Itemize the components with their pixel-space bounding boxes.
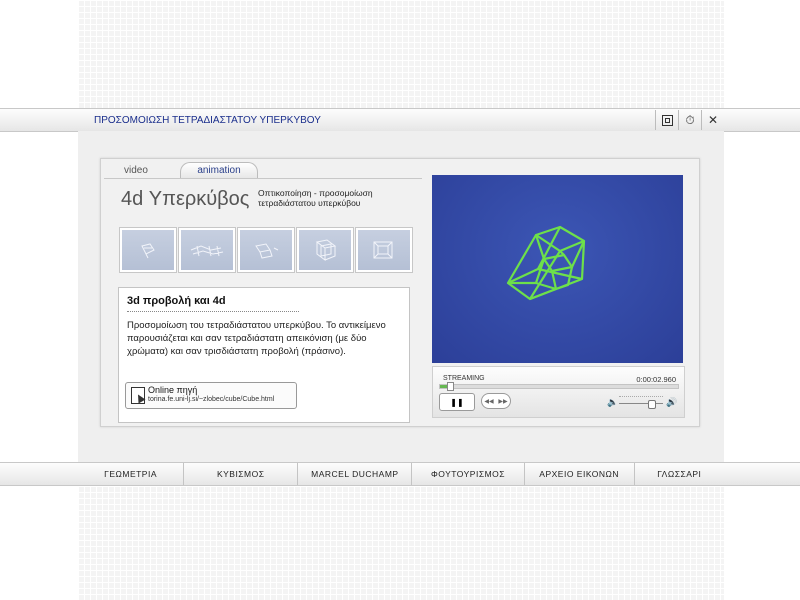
thumbnail-4[interactable]	[296, 227, 354, 273]
forward-icon[interactable]: ▶▶	[498, 398, 507, 405]
hypercube-sketch-icon	[255, 243, 279, 259]
media-player: STREAMING 0:00:02.960 ❚❚ ◀◀ ▶▶ 🔈 🔊	[432, 366, 685, 418]
tab-video[interactable]: video	[110, 163, 190, 179]
rewind-icon[interactable]: ◀◀	[484, 398, 493, 405]
window-title: ΠΡΟΣΟΜΟΙΩΣΗ ΤΕΤΡΑΔΙΑΣΤΑΤΟΥ ΥΠΕΡΚΥΒΟΥ	[94, 114, 321, 126]
thumbnail-strip	[119, 227, 413, 273]
stream-status: STREAMING	[443, 375, 485, 382]
thumbnail-5[interactable]	[355, 227, 413, 273]
nav-item-marcel-duchamp[interactable]: MARCEL DUCHAMP	[298, 463, 413, 485]
nav-item-cubism[interactable]: ΚΥΒΙΣΜΟΣ	[184, 463, 299, 485]
tab-divider	[104, 178, 422, 179]
external-link-icon	[131, 387, 145, 404]
timer-button[interactable]: ⏱	[678, 110, 701, 130]
hypercube-sketch-icon	[190, 245, 224, 257]
description-title: 3d προβολή και 4d	[127, 295, 226, 307]
volume-scale	[619, 396, 663, 399]
nav-item-futurism[interactable]: ΦΟΥΤΟΥΡΙΣΜΟΣ	[412, 463, 525, 485]
hypercube-sketch-icon	[373, 241, 393, 259]
bottom-navigation: ΓΕΩΜΕΤΡΙΑ ΚΥΒΙΣΜΟΣ MARCEL DUCHAMP ΦΟΥΤΟΥ…	[78, 463, 724, 485]
progress-bar[interactable]	[439, 382, 679, 391]
page-subtitle: Οπτικοποίηση - προσομοίωση τετραδιάστατο…	[258, 188, 373, 208]
volume-handle[interactable]	[647, 400, 656, 409]
thumbnail-1[interactable]	[119, 227, 177, 273]
online-source-url: torina.fe.uni-lj.si/~zlobec/cube/Cube.ht…	[148, 396, 275, 403]
online-source-link[interactable]: Online πηγή torina.fe.uni-lj.si/~zlobec/…	[125, 382, 297, 409]
description-box: 3d προβολή και 4d Προσομοίωση του τετραδ…	[118, 287, 410, 423]
hypercube-render	[506, 225, 586, 301]
close-icon: ✕	[707, 113, 719, 127]
seek-controls[interactable]: ◀◀ ▶▶	[481, 393, 511, 409]
progress-handle[interactable]	[446, 382, 454, 391]
maximize-icon	[661, 114, 673, 126]
pause-button[interactable]: ❚❚	[439, 393, 475, 411]
close-button[interactable]: ✕	[701, 110, 724, 130]
maximize-button[interactable]	[655, 110, 678, 130]
thumbnail-2[interactable]	[178, 227, 236, 273]
volume-slider[interactable]	[619, 400, 663, 409]
description-divider	[127, 311, 299, 312]
volume-low-icon[interactable]: 🔈	[607, 397, 618, 408]
time-readout: 0:00:02.960	[636, 375, 676, 384]
online-source-label: Online πηγή	[148, 385, 198, 395]
hypercube-sketch-icon	[141, 243, 155, 259]
page-title: 4d Υπερκύβος	[121, 188, 250, 210]
nav-item-geometry[interactable]: ΓΕΩΜΕΤΡΙΑ	[78, 463, 185, 485]
video-viewport[interactable]	[432, 175, 683, 363]
nav-item-glossary[interactable]: ΓΛΩΣΣΑΡΙ	[635, 463, 724, 485]
hypercube-sketch-icon	[315, 239, 337, 261]
volume-high-icon[interactable]: 🔊	[666, 397, 677, 408]
description-text: Προσομοίωση του τετραδιάστατου υπερκύβου…	[127, 320, 386, 357]
window-titlebar: ΠΡΟΣΟΜΟΙΩΣΗ ΤΕΤΡΑΔΙΑΣΤΑΤΟΥ ΥΠΕΡΚΥΒΟΥ ⏱ ✕	[88, 109, 724, 131]
pause-icon: ❚❚	[450, 397, 464, 407]
stopwatch-icon: ⏱	[685, 112, 695, 127]
nav-item-image-archive[interactable]: ΑΡΧΕΙΟ ΕΙΚΟΝΩΝ	[525, 463, 635, 485]
tab-animation[interactable]: animation	[180, 162, 258, 179]
thumbnail-3[interactable]	[237, 227, 295, 273]
